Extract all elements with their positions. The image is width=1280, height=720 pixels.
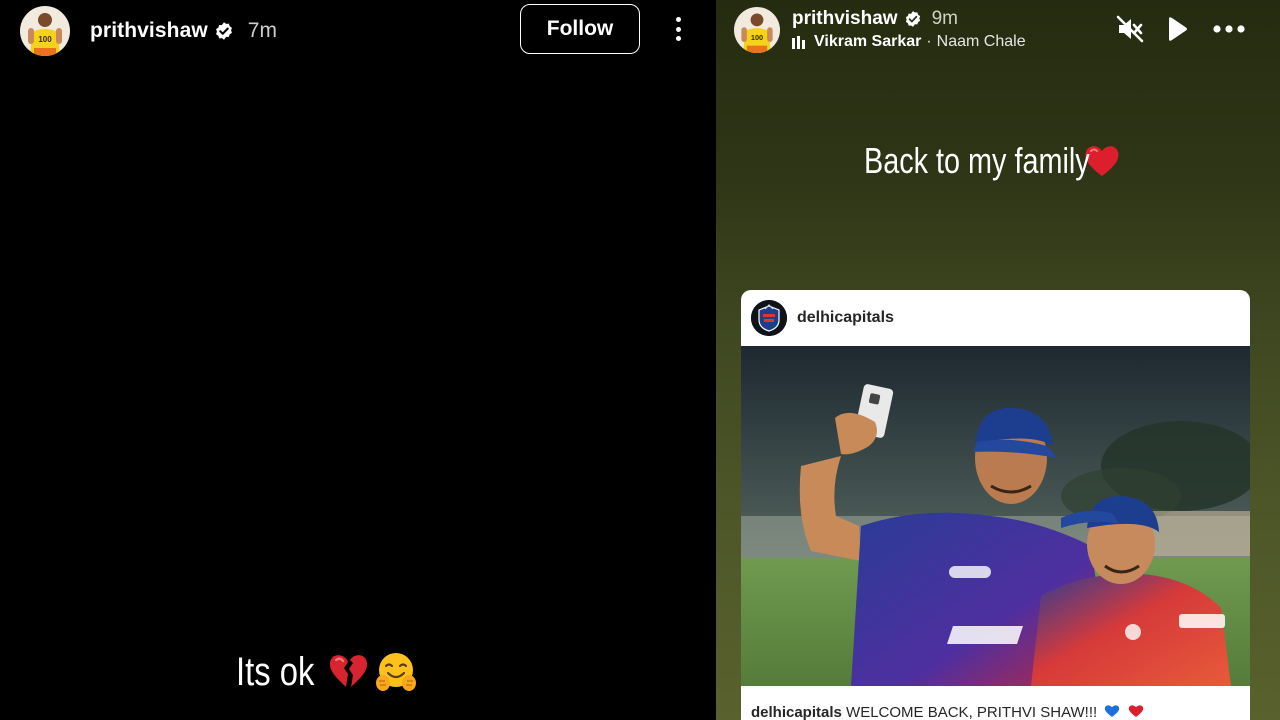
story-header: 100 prithvishaw 9m Vikram Sarkar · Naam … bbox=[734, 6, 1026, 54]
music-bars-icon bbox=[792, 35, 806, 49]
story-header: 100 prithvishaw 7m bbox=[20, 6, 277, 56]
post-account[interactable]: delhicapitals bbox=[797, 309, 894, 327]
username[interactable]: prithvishaw bbox=[90, 19, 208, 43]
story-left: 100 prithvishaw 7m Follow Its ok bbox=[0, 0, 716, 720]
caption-text: Back to my family bbox=[864, 140, 1090, 181]
more-options-icon[interactable] bbox=[668, 14, 688, 44]
verified-badge-icon bbox=[904, 10, 922, 28]
delhi-capitals-logo-icon[interactable] bbox=[751, 300, 787, 336]
follow-button[interactable]: Follow bbox=[520, 4, 640, 54]
verified-badge-icon bbox=[214, 21, 234, 41]
profile-avatar[interactable]: 100 bbox=[20, 6, 70, 56]
profile-avatar[interactable]: 100 bbox=[734, 7, 780, 53]
svg-text:100: 100 bbox=[751, 33, 763, 42]
hugging-face-emoji-icon bbox=[374, 650, 418, 694]
music-artist: Vikram Sarkar bbox=[814, 33, 922, 50]
story-caption: Back to my family bbox=[864, 136, 1122, 186]
post-photo bbox=[741, 346, 1250, 686]
play-icon[interactable] bbox=[1166, 14, 1188, 44]
music-song: Naam Chale bbox=[936, 33, 1026, 50]
red-heart-emoji-icon bbox=[1128, 704, 1144, 718]
mute-icon[interactable] bbox=[1116, 14, 1144, 44]
svg-text:100: 100 bbox=[38, 35, 52, 44]
broken-heart-emoji-icon bbox=[326, 650, 370, 694]
caption-text: Its ok bbox=[236, 649, 315, 694]
story-caption: Its ok bbox=[236, 646, 418, 698]
more-icon[interactable] bbox=[1212, 14, 1246, 44]
story-right: 100 prithvishaw 9m Vikram Sarkar · Naam … bbox=[716, 0, 1280, 720]
post-header: delhicapitals bbox=[741, 290, 1250, 346]
blue-heart-emoji-icon bbox=[1104, 704, 1120, 718]
music-separator: · bbox=[926, 33, 932, 50]
post-caption-user[interactable]: delhicapitals bbox=[751, 704, 842, 720]
username[interactable]: prithvishaw bbox=[792, 8, 898, 30]
shared-post-card[interactable]: delhicapitals delhicapitals WELCOME BACK… bbox=[741, 290, 1250, 720]
music-info[interactable]: Vikram Sarkar · Naam Chale bbox=[792, 31, 1026, 53]
post-caption-text: WELCOME BACK, PRITHVI SHAW!!! bbox=[846, 704, 1098, 720]
story-meta: prithvishaw 9m Vikram Sarkar · Naam Chal… bbox=[792, 7, 1026, 53]
story-time: 7m bbox=[247, 19, 277, 42]
post-caption: delhicapitals WELCOME BACK, PRITHVI SHAW… bbox=[751, 704, 1144, 720]
story-time: 9m bbox=[931, 8, 958, 29]
